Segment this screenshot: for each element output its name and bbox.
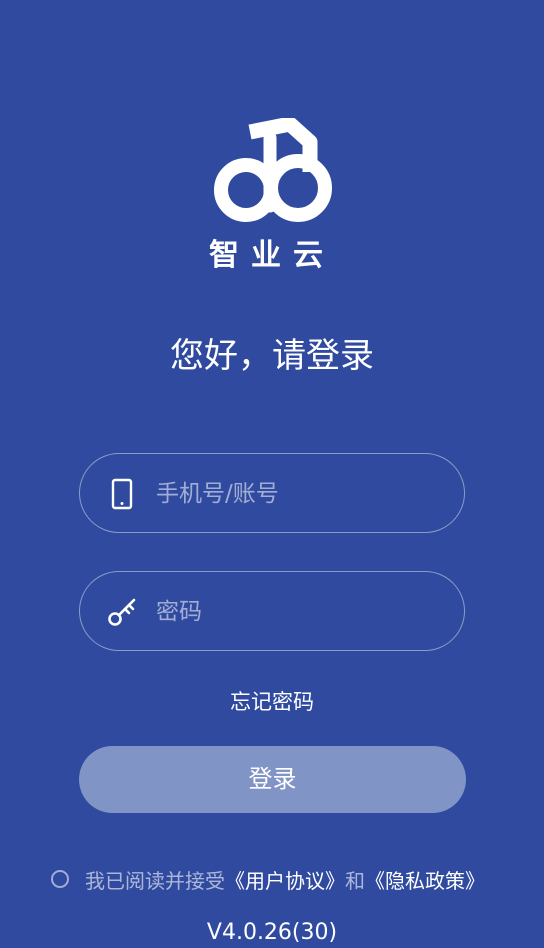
agreement-radio[interactable] bbox=[51, 870, 69, 888]
logo-mark-icon bbox=[214, 118, 332, 222]
agreement-conjunction: 和 bbox=[345, 868, 365, 893]
logo-text: 智业云 bbox=[209, 238, 335, 273]
phone-input[interactable] bbox=[154, 468, 448, 520]
password-field[interactable] bbox=[79, 571, 465, 651]
agreement-prefix: 我已阅读并接受 bbox=[85, 868, 225, 893]
agreement-row: 我已阅读并接受 《用户协议》 和 《隐私政策》 bbox=[51, 864, 521, 894]
key-icon bbox=[108, 598, 136, 626]
forgot-password-row: 忘记密码 bbox=[0, 686, 544, 716]
greeting-title: 您好，请登录 bbox=[170, 336, 374, 376]
user-agreement-link[interactable]: 《用户协议》 bbox=[225, 865, 345, 894]
app-logo: 智业云 bbox=[200, 118, 344, 273]
app-version: V4.0.26(30) bbox=[206, 920, 338, 945]
phone-field[interactable] bbox=[79, 453, 465, 533]
password-input[interactable] bbox=[154, 586, 448, 638]
phone-icon bbox=[111, 478, 133, 510]
privacy-policy-link[interactable]: 《隐私政策》 bbox=[365, 865, 485, 894]
login-button[interactable]: 登录 bbox=[79, 746, 466, 813]
forgot-password-link[interactable]: 忘记密码 bbox=[230, 690, 314, 714]
